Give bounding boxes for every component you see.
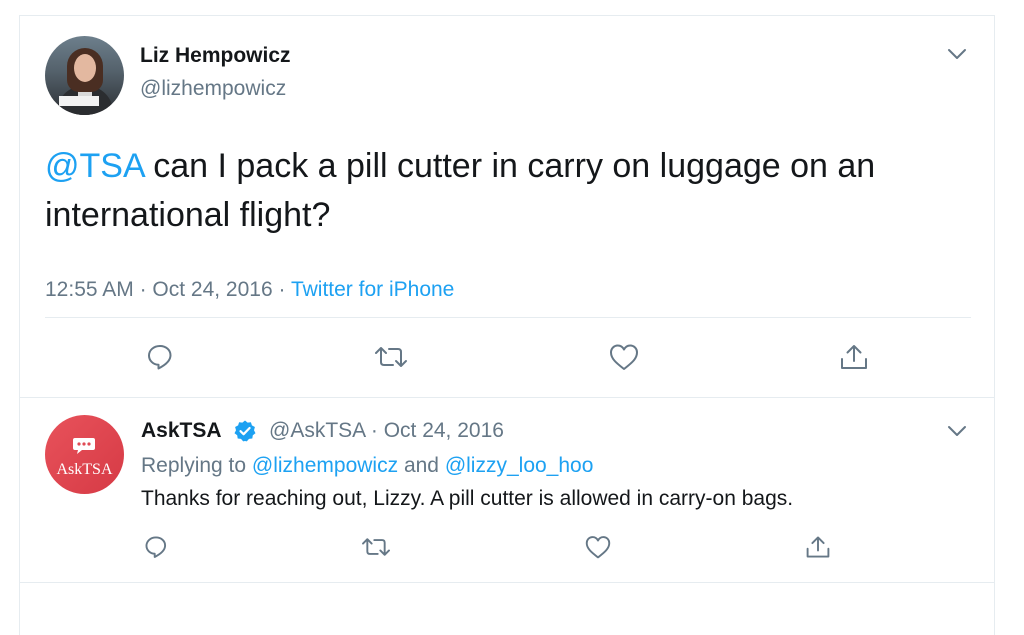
chat-bubble-icon: [72, 437, 96, 455]
mention-link[interactable]: @lizhempowicz: [252, 454, 398, 477]
author-name[interactable]: AskTSA: [141, 419, 222, 443]
chevron-down-icon[interactable]: [945, 42, 969, 66]
author-handle[interactable]: @lizhempowicz: [140, 77, 286, 101]
author-name[interactable]: Liz Hempowicz: [140, 44, 291, 68]
like-icon[interactable]: [584, 534, 611, 560]
tweet-body: Thanks for reaching out, Lizzy. A pill c…: [141, 487, 794, 510]
mention-link[interactable]: @TSA: [45, 147, 144, 185]
retweet-icon[interactable]: [360, 534, 390, 560]
mention-link[interactable]: @lizzy_loo_hoo: [445, 454, 594, 477]
reply-icon[interactable]: [145, 342, 175, 372]
verified-badge-icon: [233, 419, 257, 443]
author-handle[interactable]: @AskTSA: [269, 419, 365, 442]
reply-tweet[interactable]: AskTSA AskTSA @AskTSA · Oct 24, 2016 Rep…: [20, 397, 994, 583]
like-icon[interactable]: [608, 342, 638, 372]
avatar[interactable]: AskTSA: [45, 415, 124, 494]
tweet-time[interactable]: 12:55 AM: [45, 278, 134, 301]
tweet-date[interactable]: Oct 24, 2016: [384, 419, 504, 442]
tweet-meta: 12:55 AM · Oct 24, 2016 · Twitter for iP…: [45, 278, 455, 301]
replying-to: Replying to @lizhempowicz and @lizzy_loo…: [141, 454, 594, 477]
author-handle-date: @AskTSA · Oct 24, 2016: [269, 419, 504, 442]
timeline-frame: Liz Hempowicz @lizhempowicz @TSA can I p…: [19, 15, 995, 635]
tweet-text: @TSA can I pack a pill cutter in carry o…: [45, 142, 975, 240]
retweet-icon[interactable]: [373, 342, 407, 372]
reply-icon[interactable]: [143, 534, 169, 560]
share-icon[interactable]: [804, 534, 830, 560]
avatar-logo-text: AskTSA: [56, 461, 113, 478]
tweet-date[interactable]: Oct 24, 2016: [152, 278, 272, 301]
tweet-body: can I pack a pill cutter in carry on lug…: [45, 147, 876, 234]
avatar[interactable]: [45, 36, 124, 115]
share-icon[interactable]: [838, 342, 868, 372]
main-tweet[interactable]: Liz Hempowicz @lizhempowicz @TSA can I p…: [20, 16, 994, 398]
divider: [45, 317, 971, 318]
chevron-down-icon[interactable]: [945, 419, 969, 443]
tweet-source-link[interactable]: Twitter for iPhone: [291, 278, 454, 301]
